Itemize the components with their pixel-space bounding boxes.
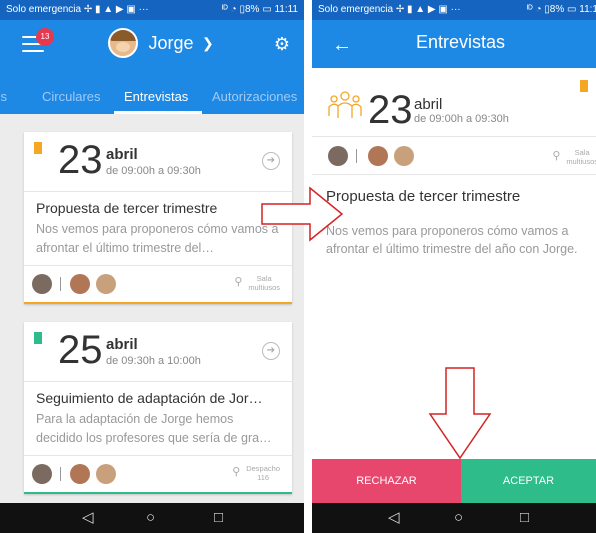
avatar — [32, 464, 52, 484]
room-label: ⚲ Sala multiusos — [234, 274, 280, 292]
detail-time: de 09:00h a 09:30h — [414, 113, 509, 125]
room-label: ⚲ Sala multiusos — [552, 148, 596, 166]
bookmark-icon — [34, 332, 42, 348]
page-title: Entrevistas — [416, 32, 506, 52]
avatar — [394, 146, 414, 166]
tab-bar: ss Circulares Entrevistas Autorizaciones — [0, 68, 304, 114]
status-left: Solo emergencia ✢ ▮ ▲ ▶ ▣ ··· — [318, 4, 461, 15]
avatar — [70, 274, 90, 294]
nav-recent-icon[interactable]: □ — [520, 509, 529, 527]
bookmark-icon — [580, 80, 588, 92]
people-icon — [328, 91, 362, 118]
nav-recent-icon[interactable]: □ — [214, 509, 223, 527]
room-line-2: multiusos — [248, 283, 280, 292]
card-footer: ⚲ Despacho 116 — [24, 456, 292, 494]
android-nav-bar: ◁ ○ □ — [0, 503, 304, 533]
avatar — [96, 274, 116, 294]
status-left: Solo emergencia ✢ ▮ ▲ ▶ ▣ ··· — [6, 4, 149, 15]
avatar — [32, 274, 52, 294]
room-line-1: Sala — [574, 148, 590, 157]
detail-month: abril — [414, 96, 443, 113]
card-description: Nos vemos para proponeros cómo vamos a a… — [36, 222, 279, 255]
card-day: 23 — [58, 138, 103, 182]
detail-title: Propuesta de tercer trimestre — [326, 188, 521, 205]
user-selector[interactable]: Jorge ❯ — [108, 28, 214, 60]
room-line-2: 116 — [257, 473, 270, 482]
detail-description: Nos vemos para proponeros cómo vamos a a… — [326, 224, 578, 256]
room-label: ⚲ Despacho 116 — [232, 464, 280, 482]
nav-home-icon[interactable]: ○ — [454, 509, 463, 527]
card-header: 25 abril de 09:30h a 10:00h ➔ — [24, 322, 292, 382]
back-arrow-icon[interactable]: ← — [332, 34, 352, 57]
tab-partial[interactable]: ss — [0, 68, 7, 114]
action-bar: RECHAZAR ACEPTAR — [312, 459, 596, 503]
arrow-right-circle-icon[interactable]: ➔ — [262, 342, 280, 360]
divider — [312, 136, 596, 137]
arrow-right-circle-icon[interactable]: ➔ — [262, 152, 280, 170]
card-day: 25 — [58, 328, 103, 372]
bookmark-icon — [34, 142, 42, 158]
card-footer: ⚲ Sala multiusos — [24, 266, 292, 304]
app-bar: ← Entrevistas — [312, 20, 596, 68]
location-pin-icon: ⚲ — [552, 150, 561, 162]
card-body: Seguimiento de adaptación de Jor… Para l… — [24, 382, 292, 456]
room-line-1: Sala — [256, 274, 272, 283]
divider — [312, 174, 596, 175]
card-accent-line — [24, 302, 292, 304]
accept-button[interactable]: ACEPTAR — [461, 459, 596, 503]
divider — [356, 149, 357, 163]
tab-circulares[interactable]: Circulares — [42, 68, 101, 114]
phone-list-view: Solo emergencia ✢ ▮ ▲ ▶ ▣ ··· ᴵᴰ ◔ ▯8% ▭… — [0, 0, 304, 533]
status-bar: Solo emergencia ✢ ▮ ▲ ▶ ▣ ··· ᴵᴰ ◔ ▯8% ▭… — [0, 0, 304, 20]
status-right: ᴵᴰ ◔ ▯8% ▭ 11:1 — [526, 4, 596, 15]
location-pin-icon: ⚲ — [234, 276, 243, 288]
user-name: Jorge — [148, 32, 194, 53]
app-bar: 13 Jorge ❯ ⚙ — [0, 20, 304, 68]
chevron-down-icon: ❯ — [201, 34, 214, 51]
room-line-1: Despacho — [246, 464, 280, 473]
tab-entrevistas[interactable]: Entrevistas — [124, 68, 188, 114]
notification-badge: 13 — [36, 28, 54, 46]
card-header: 23 abril de 09:00h a 09:30h ➔ — [24, 132, 292, 192]
status-right: ᴵᴰ ◔ ▯8% ▭ 11:11 — [221, 4, 298, 15]
avatar — [108, 28, 138, 58]
nav-back-icon[interactable]: ◁ — [388, 509, 400, 527]
card-description: Para la adaptación de Jorge hemos decidi… — [36, 412, 272, 445]
card-body: Propuesta de tercer trimestre Nos vemos … — [24, 192, 292, 266]
location-pin-icon: ⚲ — [232, 466, 241, 478]
gear-icon[interactable]: ⚙ — [274, 34, 290, 55]
card-time: de 09:30h a 10:00h — [106, 355, 201, 367]
tab-indicator — [114, 111, 202, 114]
detail-day: 23 — [368, 88, 413, 132]
reject-button[interactable]: RECHAZAR — [312, 459, 461, 503]
divider — [60, 467, 61, 481]
card-time: de 09:00h a 09:30h — [106, 165, 201, 177]
avatar — [70, 464, 90, 484]
interview-card[interactable]: 23 abril de 09:00h a 09:30h ➔ Propuesta … — [24, 132, 292, 304]
nav-back-icon[interactable]: ◁ — [82, 509, 94, 527]
status-bar: Solo emergencia ✢ ▮ ▲ ▶ ▣ ··· ᴵᴰ ◔ ▯8% ▭… — [312, 0, 596, 20]
card-title: Propuesta de tercer trimestre — [36, 200, 218, 216]
nav-home-icon[interactable]: ○ — [146, 509, 155, 527]
avatar — [328, 146, 348, 166]
card-title: Seguimiento de adaptación de Jor… — [36, 390, 263, 406]
card-month: abril — [106, 336, 138, 353]
android-nav-bar: ◁ ○ □ — [312, 503, 596, 533]
avatar — [368, 146, 388, 166]
card-month: abril — [106, 146, 138, 163]
phone-detail-view: Solo emergencia ✢ ▮ ▲ ▶ ▣ ··· ᴵᴰ ◔ ▯8% ▭… — [312, 0, 596, 533]
avatar — [96, 464, 116, 484]
divider — [60, 277, 61, 291]
interview-card[interactable]: 25 abril de 09:30h a 10:00h ➔ Seguimient… — [24, 322, 292, 494]
tab-autorizaciones[interactable]: Autorizaciones — [212, 68, 297, 114]
screenshot-stage: Solo emergencia ✢ ▮ ▲ ▶ ▣ ··· ᴵᴰ ◔ ▯8% ▭… — [0, 0, 596, 533]
room-line-2: multiusos — [566, 157, 596, 166]
card-accent-line — [24, 492, 292, 494]
